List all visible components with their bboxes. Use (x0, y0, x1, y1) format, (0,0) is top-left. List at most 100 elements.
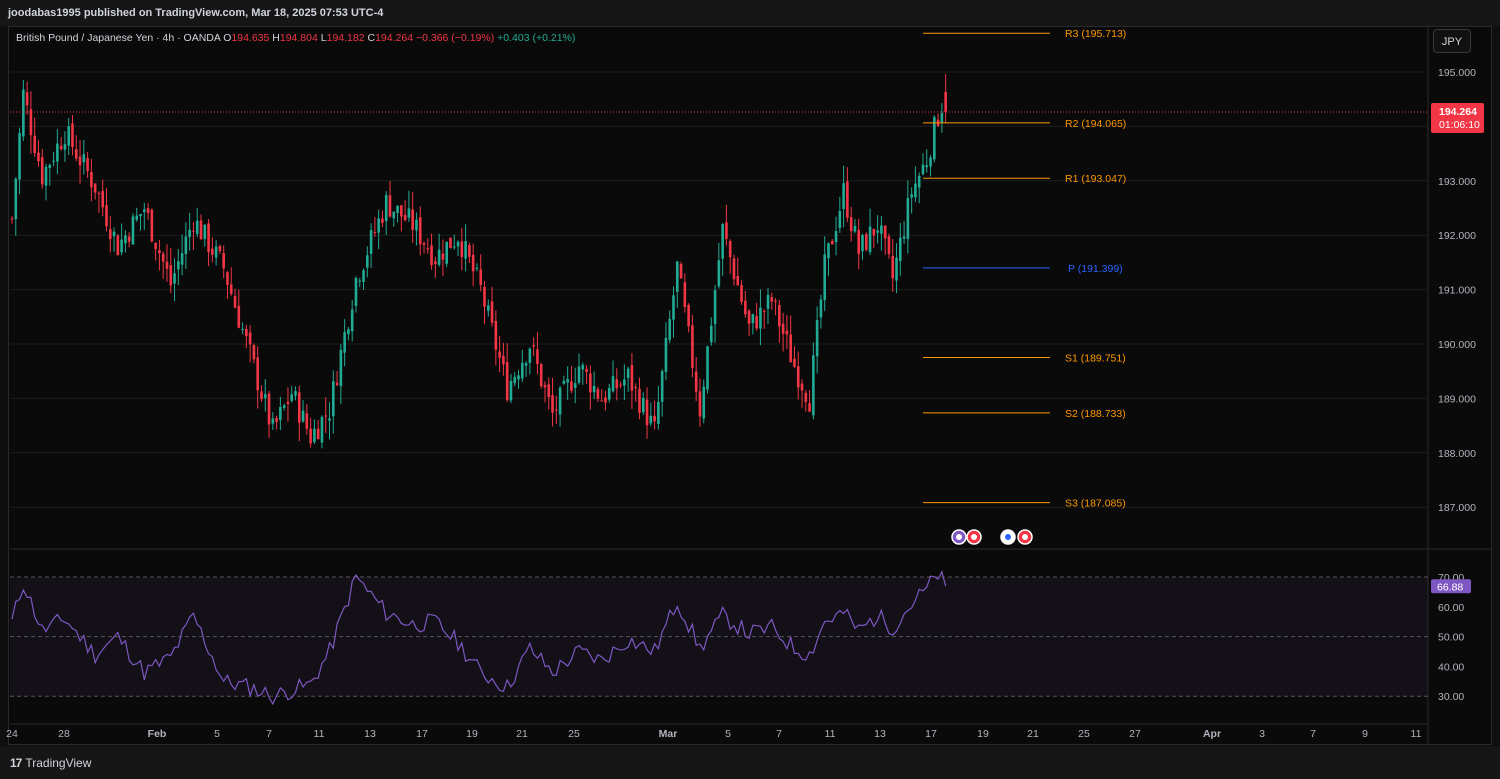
price-tick-label: 195.000 (1438, 67, 1476, 79)
candle-body (823, 254, 826, 301)
time-tick-label: 11 (1411, 728, 1422, 740)
candle-body (917, 175, 921, 188)
pivot-level-label: S1 (189.751) (1065, 353, 1126, 365)
candle-body (940, 113, 944, 123)
candle-body (830, 241, 834, 245)
candle-body (600, 400, 603, 402)
candle-body (725, 222, 728, 239)
candle-body (876, 230, 879, 233)
candle-body (604, 397, 607, 403)
candle-body (645, 399, 649, 426)
candle-body (570, 381, 573, 391)
candle-body (154, 242, 157, 250)
candle-body (10, 218, 14, 220)
high-value: 194.804 (279, 32, 318, 44)
candle-body (558, 387, 562, 415)
uk-flag-event-icon-inner (1005, 534, 1011, 540)
candle-body (672, 295, 675, 320)
candle-body (857, 229, 861, 254)
candle-body (124, 235, 127, 244)
candle-body (350, 309, 354, 332)
close-label: C (367, 32, 376, 44)
candle-body (619, 384, 622, 386)
candle-body (214, 246, 218, 258)
candle-body (634, 387, 637, 389)
candle-body (218, 246, 222, 251)
candle-body (691, 325, 694, 368)
candle-body (532, 344, 535, 347)
candle-body (611, 376, 615, 392)
time-tick-label: 11 (314, 728, 325, 740)
candle-body (914, 183, 917, 198)
chart-canvas[interactable]: R3 (195.713) R2 (194.065) R1 (193.047) P (1… (0, 0, 1500, 779)
candle-body (226, 272, 229, 285)
candle-body (207, 223, 210, 252)
rsi-tick-label: 50.00 (1438, 632, 1464, 644)
pivot-level-label: R2 (194.065) (1065, 118, 1126, 130)
candle-body (498, 351, 501, 358)
candle-body (675, 261, 679, 292)
candle-body (29, 109, 33, 136)
candle-body (505, 362, 509, 400)
candle-body (275, 417, 278, 422)
time-tick-label: 3 (1259, 728, 1265, 740)
price-tick-label: 191.000 (1438, 285, 1476, 297)
candle-body (664, 337, 668, 372)
symbol-name[interactable]: British Pound / Japanese Yen · 4h · OAND… (16, 32, 220, 44)
candle-body (808, 403, 811, 412)
candle-body (294, 391, 297, 396)
candle-body (464, 241, 467, 259)
candle-body (872, 228, 876, 236)
candle-body (422, 243, 426, 245)
candle-body (195, 220, 199, 234)
candle-body (853, 225, 857, 232)
candle-body (233, 296, 237, 308)
candle-body (607, 387, 611, 400)
candle-body (18, 133, 21, 180)
candle-body (418, 217, 422, 245)
candle-body (910, 194, 913, 198)
candle-body (173, 273, 176, 284)
candle-body (483, 286, 486, 307)
change-value: −0.366 (−0.19%) (415, 32, 495, 44)
time-tick-label: 25 (568, 728, 580, 740)
time-tick-label: 25 (1078, 728, 1090, 740)
candle-body (660, 371, 664, 402)
candle-body (169, 265, 173, 286)
candle-body (373, 232, 377, 234)
candle-body (895, 257, 898, 281)
rsi-tick-label: 60.00 (1438, 602, 1464, 614)
candle-body (56, 143, 59, 162)
time-tick-label: Apr (1203, 728, 1221, 740)
tradingview-logo[interactable]: 17 TradingView (10, 756, 91, 770)
candle-body (902, 236, 906, 239)
candle-body (44, 166, 48, 186)
time-tick-label: 17 (925, 728, 937, 740)
candle-body (543, 384, 547, 388)
time-tick-label: 7 (776, 728, 782, 740)
candle-body (237, 305, 241, 328)
currency-button[interactable]: JPY (1433, 29, 1471, 53)
candle-body (127, 236, 131, 242)
candle-body (770, 297, 774, 302)
candle-body (468, 245, 471, 257)
candle-body (430, 245, 433, 266)
candle-body (199, 220, 203, 240)
candle-body (143, 209, 146, 213)
time-tick-label: 13 (874, 728, 886, 740)
candle-body (305, 413, 309, 429)
candle-body (694, 371, 698, 392)
candle-body (335, 382, 339, 386)
footer-bar: 17 TradingView (0, 746, 1500, 779)
rsi-tick-label: 40.00 (1438, 661, 1464, 673)
candle-body (437, 249, 441, 265)
candle-body (849, 217, 853, 232)
candle-body (887, 236, 891, 254)
candle-body (906, 197, 910, 239)
time-tick-label: 13 (364, 728, 376, 740)
candle-body (112, 231, 116, 237)
candle-body (494, 320, 498, 350)
candle-body (721, 224, 724, 259)
time-tick-label: 24 (6, 728, 18, 740)
candle-body (868, 226, 872, 253)
